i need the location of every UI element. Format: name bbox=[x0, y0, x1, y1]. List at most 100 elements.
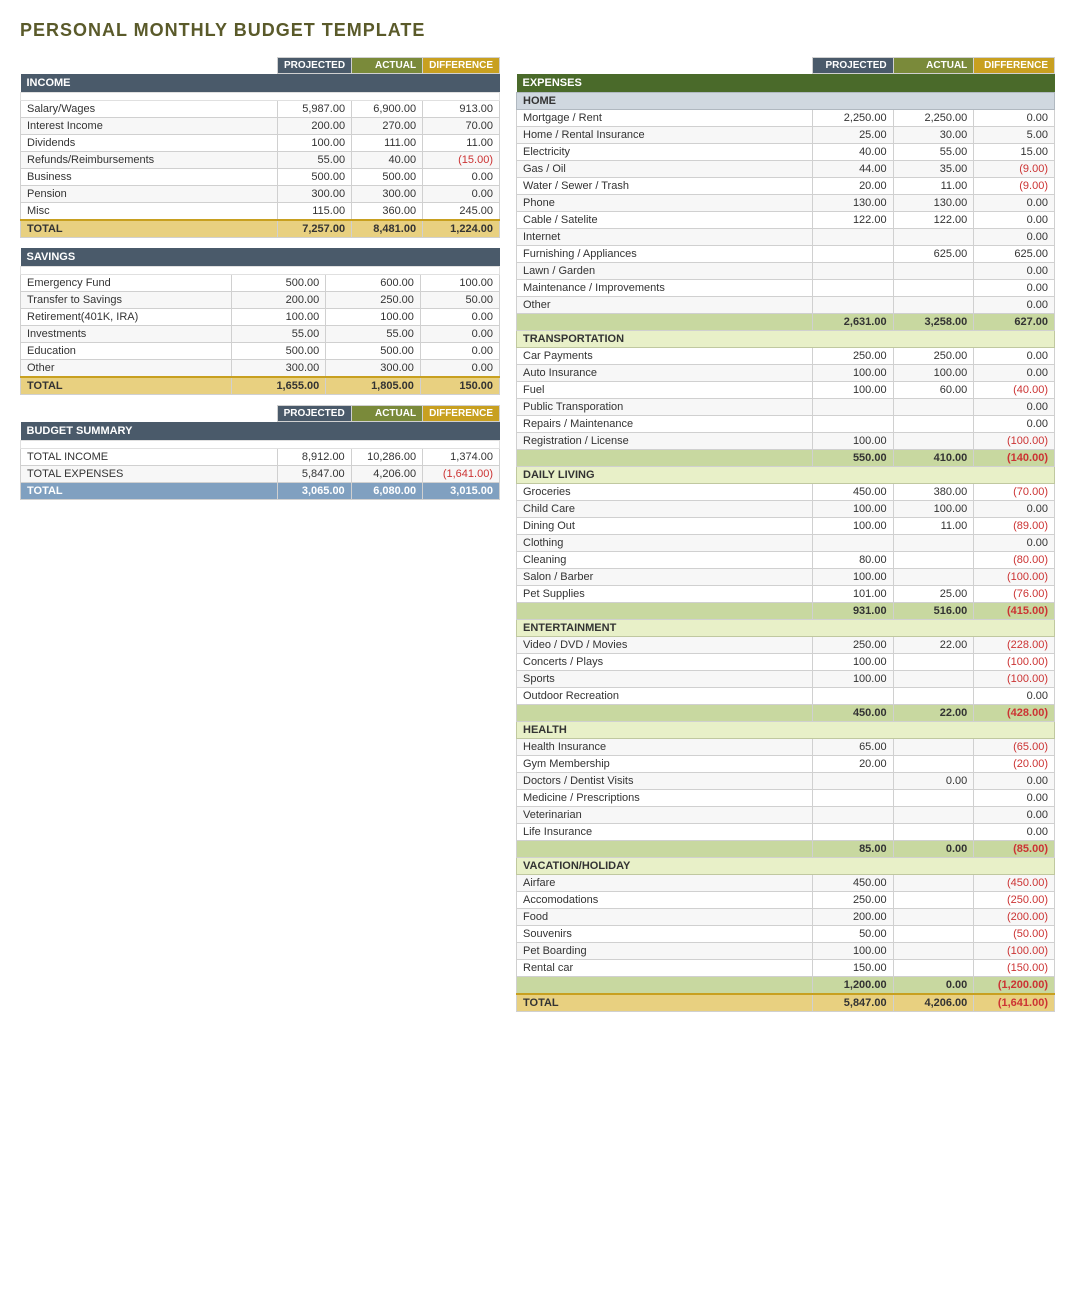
row-label: Sports bbox=[517, 671, 813, 688]
sub-section-label: VACATION/HOLIDAY bbox=[517, 858, 1055, 875]
total-projected: 931.00 bbox=[812, 603, 893, 620]
row-actual: 35.00 bbox=[893, 161, 974, 178]
row-actual bbox=[893, 654, 974, 671]
total-projected: 2,631.00 bbox=[812, 314, 893, 331]
table-row: Airfare450.00(450.00) bbox=[517, 875, 1055, 892]
row-actual: 625.00 bbox=[893, 246, 974, 263]
row-difference: (100.00) bbox=[974, 433, 1055, 450]
row-label: Transfer to Savings bbox=[21, 292, 232, 309]
sub-section-label: ENTERTAINMENT bbox=[517, 620, 1055, 637]
row-actual: 6,080.00 bbox=[351, 483, 422, 500]
row-projected: 40.00 bbox=[812, 144, 893, 161]
row-label: Cleaning bbox=[517, 552, 813, 569]
table-row: Electricity40.0055.0015.00 bbox=[517, 144, 1055, 161]
row-difference: 150.00 bbox=[420, 377, 499, 395]
row-label: Furnishing / Appliances bbox=[517, 246, 813, 263]
row-projected: 200.00 bbox=[812, 909, 893, 926]
sub-section-header: HOME bbox=[517, 93, 1055, 110]
row-actual bbox=[893, 229, 974, 246]
table-row: Dividends100.00111.0011.00 bbox=[21, 135, 500, 152]
row-actual bbox=[893, 790, 974, 807]
row-actual bbox=[893, 807, 974, 824]
table-row: Maintenance / Improvements0.00 bbox=[517, 280, 1055, 297]
row-difference: 0.00 bbox=[420, 360, 499, 378]
table-row: TOTAL7,257.008,481.001,224.00 bbox=[21, 220, 500, 238]
row-label: Pet Boarding bbox=[517, 943, 813, 960]
section-total-row: 931.00516.00(415.00) bbox=[517, 603, 1055, 620]
row-difference: (9.00) bbox=[974, 161, 1055, 178]
row-difference: (228.00) bbox=[974, 637, 1055, 654]
row-actual: 130.00 bbox=[893, 195, 974, 212]
total-projected: 1,200.00 bbox=[812, 977, 893, 995]
summary-section-header: BUDGET SUMMARY bbox=[21, 422, 500, 441]
row-projected bbox=[812, 535, 893, 552]
row-projected: 7,257.00 bbox=[277, 220, 351, 238]
row-label: TOTAL EXPENSES bbox=[21, 466, 278, 483]
row-difference: 0.00 bbox=[974, 297, 1055, 314]
row-actual bbox=[893, 416, 974, 433]
row-projected: 100.00 bbox=[812, 671, 893, 688]
row-actual: 6,900.00 bbox=[352, 101, 423, 118]
row-projected bbox=[812, 263, 893, 280]
table-row: Investments55.0055.000.00 bbox=[21, 326, 500, 343]
table-row: Health Insurance65.00(65.00) bbox=[517, 739, 1055, 756]
row-projected: 8,912.00 bbox=[277, 449, 351, 466]
total-actual: 0.00 bbox=[893, 977, 974, 995]
summary-header-projected: PROJECTED bbox=[277, 406, 351, 422]
row-actual: 40.00 bbox=[352, 152, 423, 169]
row-actual: 10,286.00 bbox=[351, 449, 422, 466]
total-label bbox=[517, 841, 813, 858]
row-difference: (250.00) bbox=[974, 892, 1055, 909]
row-projected: 250.00 bbox=[812, 892, 893, 909]
row-label: Cable / Satelite bbox=[517, 212, 813, 229]
total-projected: 85.00 bbox=[812, 841, 893, 858]
table-row: Retirement(401K, IRA)100.00100.000.00 bbox=[21, 309, 500, 326]
row-projected: 250.00 bbox=[812, 637, 893, 654]
row-difference: 0.00 bbox=[423, 186, 500, 203]
total-actual: 22.00 bbox=[893, 705, 974, 722]
row-label: Repairs / Maintenance bbox=[517, 416, 813, 433]
row-difference: 11.00 bbox=[423, 135, 500, 152]
row-actual bbox=[893, 263, 974, 280]
row-label: Veterinarian bbox=[517, 807, 813, 824]
expenses-header-difference: DIFFERENCE bbox=[974, 58, 1055, 74]
row-actual: 250.00 bbox=[326, 292, 421, 309]
total-difference: 627.00 bbox=[974, 314, 1055, 331]
table-row: TOTAL3,065.006,080.003,015.00 bbox=[21, 483, 500, 500]
sub-section-header: TRANSPORTATION bbox=[517, 331, 1055, 348]
row-projected: 3,065.00 bbox=[277, 483, 351, 500]
table-row: Souvenirs50.00(50.00) bbox=[517, 926, 1055, 943]
row-actual: 55.00 bbox=[893, 144, 974, 161]
row-label: TOTAL bbox=[21, 377, 232, 395]
row-projected: 500.00 bbox=[277, 169, 351, 186]
sub-section-label: HEALTH bbox=[517, 722, 1055, 739]
row-label: Rental car bbox=[517, 960, 813, 977]
total-difference: (85.00) bbox=[974, 841, 1055, 858]
row-actual: 55.00 bbox=[326, 326, 421, 343]
sub-section-header: HEALTH bbox=[517, 722, 1055, 739]
total-label bbox=[517, 603, 813, 620]
row-difference: 0.00 bbox=[974, 212, 1055, 229]
table-row: Public Transporation0.00 bbox=[517, 399, 1055, 416]
row-difference: 0.00 bbox=[420, 343, 499, 360]
page-title: PERSONAL MONTHLY BUDGET TEMPLATE bbox=[20, 20, 1055, 41]
row-projected: 20.00 bbox=[812, 178, 893, 195]
row-label: Lawn / Garden bbox=[517, 263, 813, 280]
row-difference: 0.00 bbox=[974, 195, 1055, 212]
row-actual: 25.00 bbox=[893, 586, 974, 603]
table-row: TOTAL EXPENSES5,847.004,206.00(1,641.00) bbox=[21, 466, 500, 483]
row-difference: 15.00 bbox=[974, 144, 1055, 161]
row-difference: 0.00 bbox=[974, 229, 1055, 246]
sub-section-label: TRANSPORTATION bbox=[517, 331, 1055, 348]
row-projected: 44.00 bbox=[812, 161, 893, 178]
row-projected: 115.00 bbox=[277, 203, 351, 221]
total-actual: 516.00 bbox=[893, 603, 974, 620]
table-row: Car Payments250.00250.000.00 bbox=[517, 348, 1055, 365]
table-row: Medicine / Prescriptions0.00 bbox=[517, 790, 1055, 807]
row-label: Emergency Fund bbox=[21, 275, 232, 292]
row-difference: (50.00) bbox=[974, 926, 1055, 943]
row-label: Education bbox=[21, 343, 232, 360]
table-row: Salary/Wages5,987.006,900.00913.00 bbox=[21, 101, 500, 118]
row-difference: 70.00 bbox=[423, 118, 500, 135]
row-label: Gym Membership bbox=[517, 756, 813, 773]
